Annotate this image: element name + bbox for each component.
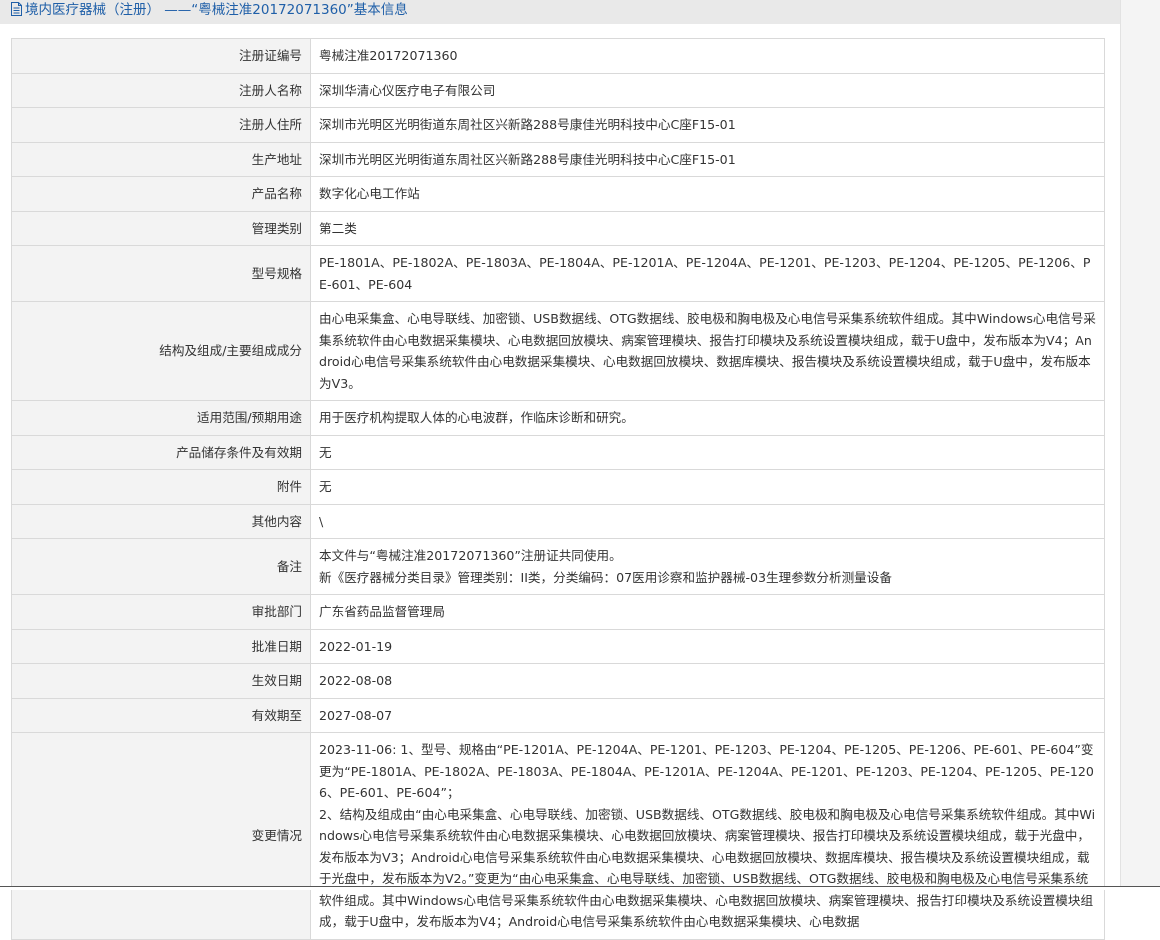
field-value: 2023-11-06: 1、型号、规格由“PE-1201A、PE-1204A、P… bbox=[310, 732, 1105, 940]
field-label: 备注 bbox=[11, 538, 311, 595]
field-value: 第二类 bbox=[310, 210, 1105, 246]
field-value: 由心电采集盒、心电导联线、加密锁、USB数据线、OTG数据线、胶电极和胸电极及心… bbox=[310, 301, 1105, 401]
table-row: 审批部门 广东省药品监督管理局 bbox=[11, 594, 1105, 630]
change-line: 2023-11-06: 1、型号、规格由“PE-1201A、PE-1204A、P… bbox=[319, 742, 1094, 800]
field-label: 批准日期 bbox=[11, 628, 311, 664]
field-label: 型号规格 bbox=[11, 245, 311, 302]
table-row: 生产地址 深圳市光明区光明街道东周社区兴新路288号康佳光明科技中心C座F15-0… bbox=[11, 141, 1105, 177]
table-row: 有效期至 2027-08-07 bbox=[11, 697, 1105, 733]
bottom-edge-line bbox=[0, 886, 1160, 890]
field-value: \ bbox=[310, 503, 1105, 539]
field-label: 有效期至 bbox=[11, 697, 311, 733]
field-value: PE-1801A、PE-1802A、PE-1803A、PE-1804A、PE-1… bbox=[310, 245, 1105, 302]
field-label: 其他内容 bbox=[11, 503, 311, 539]
field-value: 本文件与“粤械注准20172071360”注册证共同使用。新《医疗器械分类目录》… bbox=[310, 538, 1105, 595]
field-label: 生产地址 bbox=[11, 141, 311, 177]
table-row: 注册人名称 深圳华清心仪医疗电子有限公司 bbox=[11, 72, 1105, 108]
table-row: 其他内容 \ bbox=[11, 503, 1105, 539]
table-row: 管理类别 第二类 bbox=[11, 210, 1105, 246]
field-label: 注册证编号 bbox=[11, 38, 311, 74]
field-value: 2027-08-07 bbox=[310, 697, 1105, 733]
field-label: 变更情况 bbox=[11, 732, 311, 940]
field-value: 用于医疗机构提取人体的心电波群，作临床诊断和研究。 bbox=[310, 400, 1105, 436]
field-value: 深圳市光明区光明街道东周社区兴新路288号康佳光明科技中心C座F15-01 bbox=[310, 141, 1105, 177]
field-value: 数字化心电工作站 bbox=[310, 176, 1105, 212]
field-label: 附件 bbox=[11, 469, 311, 505]
table-row: 适用范围/预期用途 用于医疗机构提取人体的心电波群，作临床诊断和研究。 bbox=[11, 400, 1105, 436]
change-line: 2、结构及组成由“由心电采集盒、心电导联线、加密锁、USB数据线、OTG数据线、… bbox=[319, 806, 1096, 930]
field-label: 审批部门 bbox=[11, 594, 311, 630]
field-value: 2022-01-19 bbox=[310, 628, 1105, 664]
field-label: 适用范围/预期用途 bbox=[11, 400, 311, 436]
field-label: 管理类别 bbox=[11, 210, 311, 246]
note-line: 本文件与“粤械注准20172071360”注册证共同使用。 bbox=[319, 548, 622, 563]
document-icon bbox=[10, 0, 23, 20]
field-value: 无 bbox=[310, 434, 1105, 470]
table-row: 变更情况 2023-11-06: 1、型号、规格由“PE-1201A、PE-120… bbox=[11, 732, 1105, 940]
table-row: 产品名称 数字化心电工作站 bbox=[11, 176, 1105, 212]
field-label: 产品名称 bbox=[11, 176, 311, 212]
page-title: 境内医疗器械（注册） ——“粤械注准20172071360”基本信息 bbox=[10, 0, 408, 20]
field-value: 深圳市光明区光明街道东周社区兴新路288号康佳光明科技中心C座F15-01 bbox=[310, 107, 1105, 143]
field-label: 注册人住所 bbox=[11, 107, 311, 143]
field-value: 粤械注准20172071360 bbox=[310, 38, 1105, 74]
table-row: 生效日期 2022-08-08 bbox=[11, 663, 1105, 699]
field-value: 深圳华清心仪医疗电子有限公司 bbox=[310, 72, 1105, 108]
table-row: 注册证编号 粤械注准20172071360 bbox=[11, 38, 1105, 74]
table-row: 备注 本文件与“粤械注准20172071360”注册证共同使用。新《医疗器械分类目… bbox=[11, 538, 1105, 595]
field-value: 广东省药品监督管理局 bbox=[310, 594, 1105, 630]
field-label: 注册人名称 bbox=[11, 72, 311, 108]
table-row: 附件无 bbox=[11, 469, 1105, 505]
field-label: 结构及组成/主要组成成分 bbox=[11, 301, 311, 401]
table-row: 结构及组成/主要组成成分 由心电采集盒、心电导联线、加密锁、USB数据线、OTG数… bbox=[11, 301, 1105, 401]
field-label: 生效日期 bbox=[11, 663, 311, 699]
registration-detail-table: 注册证编号 粤械注准20172071360 注册人名称 深圳华清心仪医疗电子有限公司注… bbox=[11, 38, 1105, 940]
table-row: 注册人住所 深圳市光明区光明街道东周社区兴新路288号康佳光明科技中心C座F15-… bbox=[11, 107, 1105, 143]
table-row: 产品储存条件及有效期无 bbox=[11, 434, 1105, 470]
registration-detail-body: 注册证编号 粤械注准20172071360 注册人名称 深圳华清心仪医疗电子有限公司注… bbox=[11, 38, 1105, 940]
field-value: 2022-08-08 bbox=[310, 663, 1105, 699]
page-title-text: 境内医疗器械（注册） ——“粤械注准20172071360”基本信息 bbox=[25, 2, 408, 18]
page-header: 境内医疗器械（注册） ——“粤械注准20172071360”基本信息 bbox=[0, 0, 1120, 24]
field-label: 产品储存条件及有效期 bbox=[11, 434, 311, 470]
table-row: 型号规格 PE-1801A、PE-1802A、PE-1803A、PE-1804A、… bbox=[11, 245, 1105, 302]
field-value: 无 bbox=[310, 469, 1105, 505]
table-row: 批准日期 2022-01-19 bbox=[11, 628, 1105, 664]
right-side-panel bbox=[1120, 0, 1160, 889]
note-line: 新《医疗器械分类目录》管理类别：II类，分类编码：07医用诊察和监护器械-03生… bbox=[319, 569, 892, 585]
